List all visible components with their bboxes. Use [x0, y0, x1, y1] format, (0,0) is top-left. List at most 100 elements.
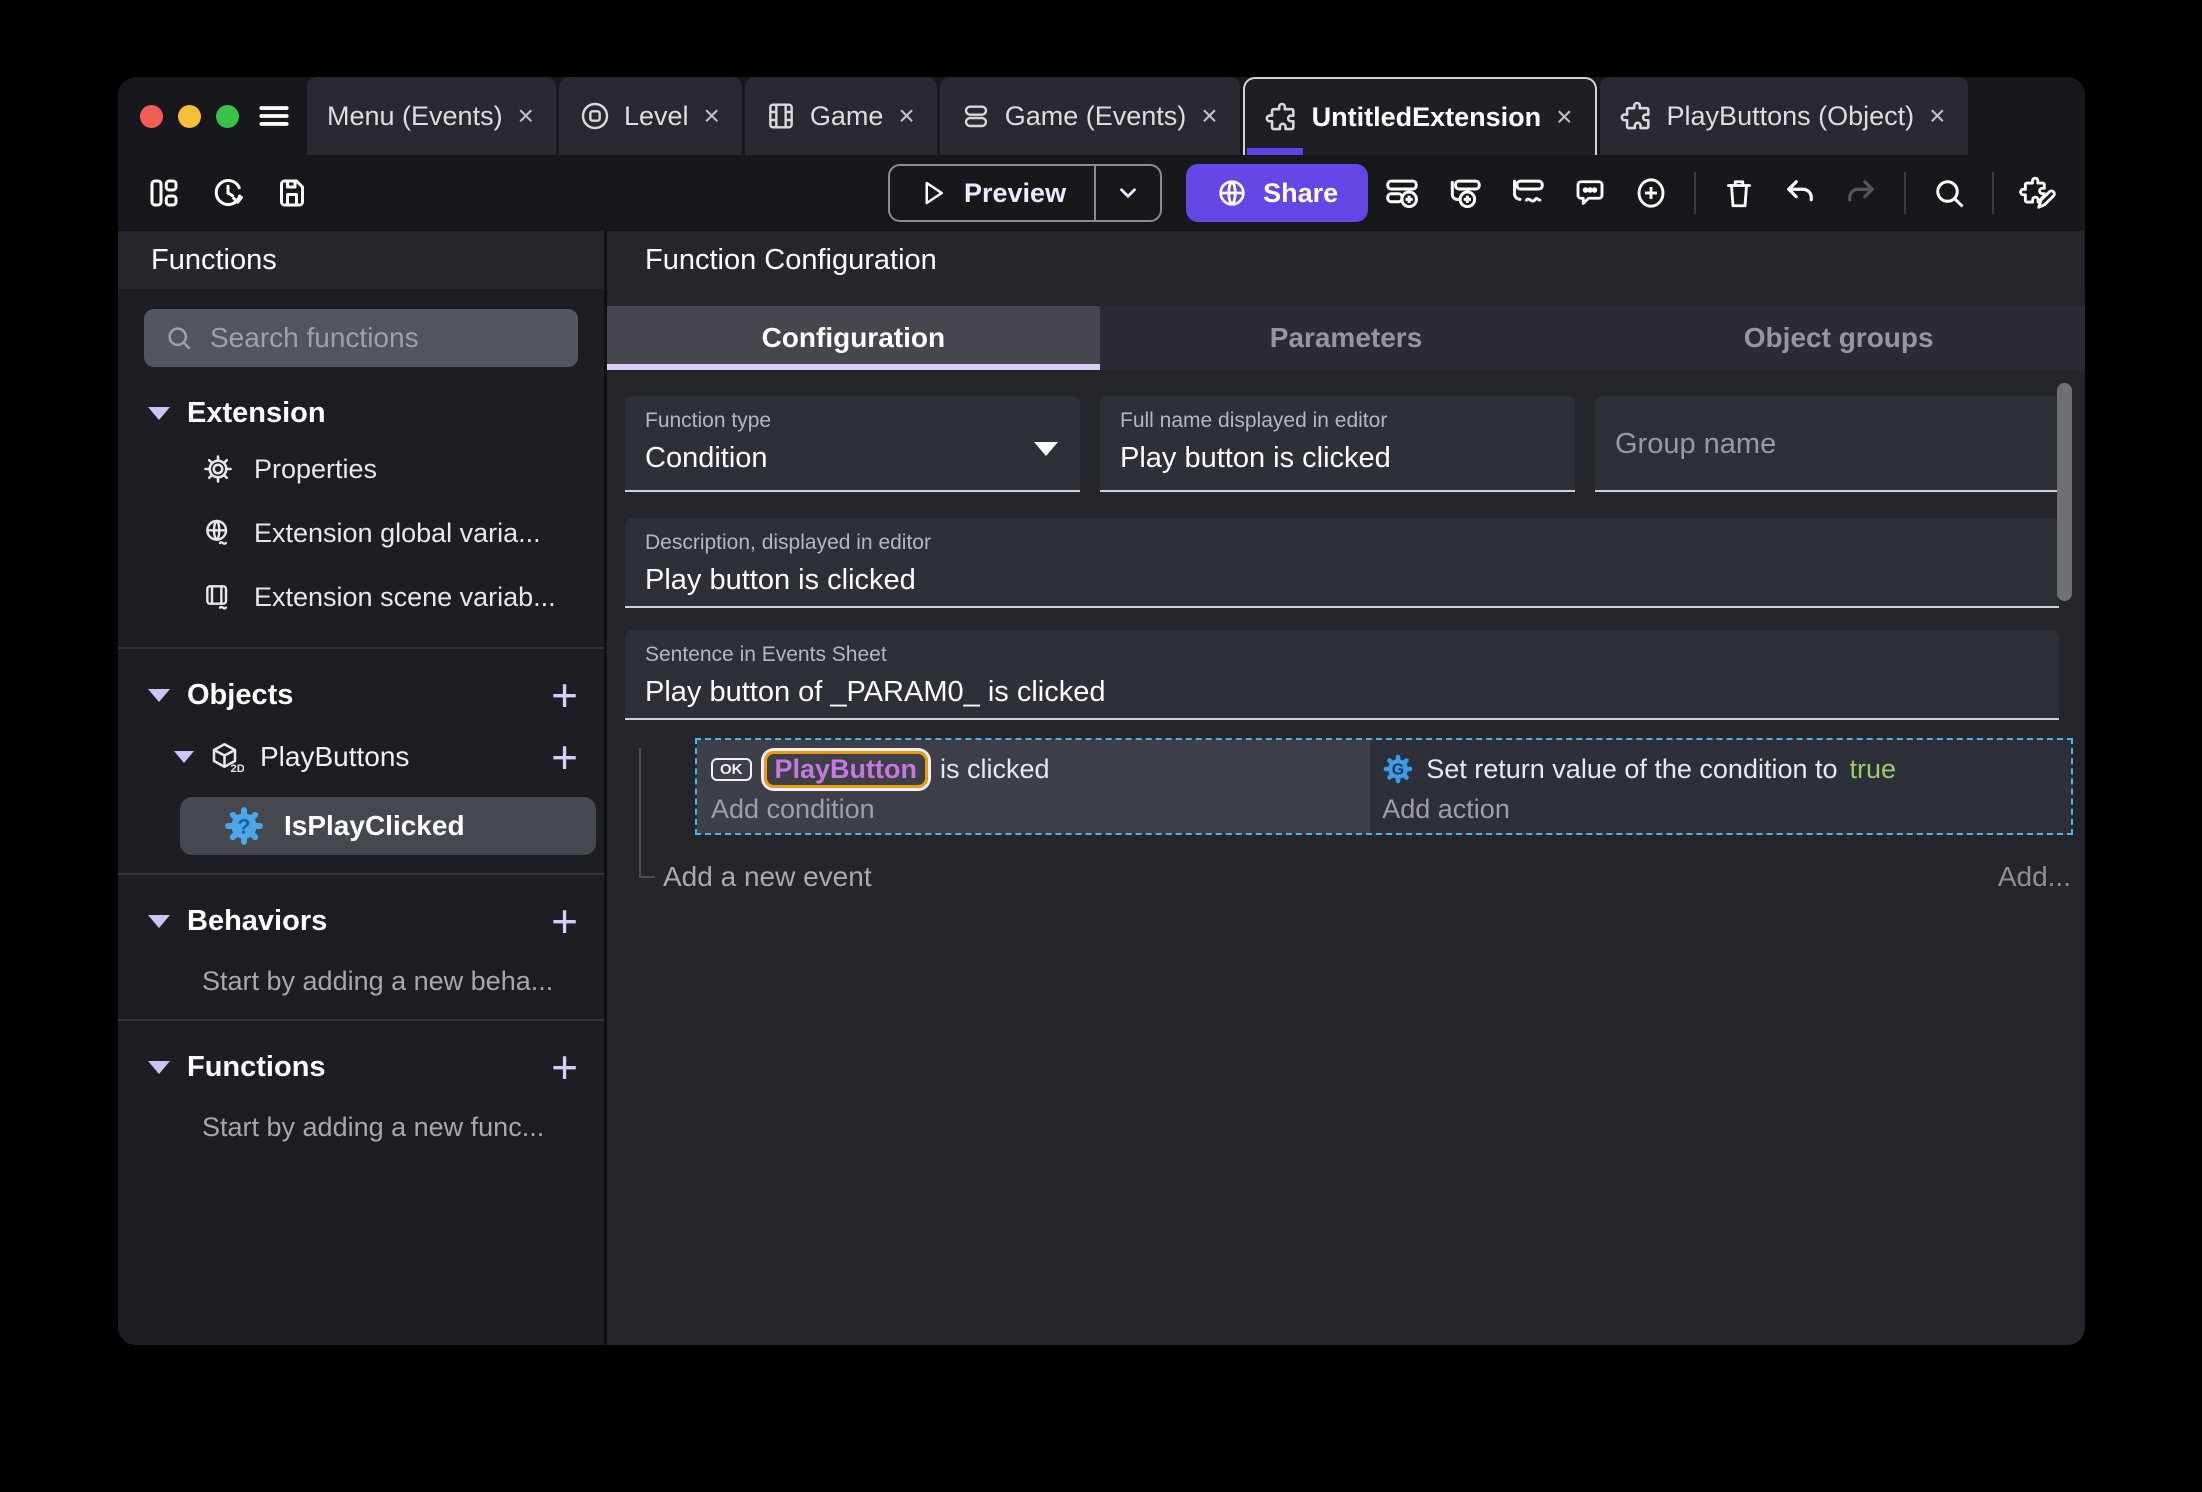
tab-menu-events[interactable]: Menu (Events) × [307, 77, 556, 155]
add-event-icon[interactable] [1383, 174, 1421, 212]
add-object-button[interactable]: + [551, 672, 578, 718]
tab-configuration[interactable]: Configuration [607, 306, 1100, 370]
collapse-triangle-icon[interactable] [148, 914, 170, 928]
puzzle-icon [1265, 100, 1299, 134]
function-type-select[interactable]: Function type Condition [625, 396, 1080, 492]
configuration-form: Function type Condition Full name displa… [607, 370, 2085, 720]
tab-untitled-extension[interactable]: UntitledExtension × [1242, 77, 1597, 155]
section-divider [118, 873, 604, 875]
section-objects[interactable]: Objects + [118, 671, 604, 719]
actions-column: G Set return value of the condition to t… [1370, 740, 2071, 833]
add-function-to-object-button[interactable]: + [551, 734, 578, 780]
collapse-triangle-icon[interactable] [148, 1060, 170, 1074]
editor-tabs: Menu (Events) × Level × Game × Game (Eve… [307, 77, 1971, 155]
chevron-down-icon [1120, 188, 1136, 198]
preview-button[interactable]: Preview [890, 166, 1094, 220]
save-icon[interactable] [274, 175, 310, 211]
full-name-input[interactable] [1120, 442, 1555, 475]
redo-icon[interactable] [1843, 175, 1879, 211]
add-condition-link[interactable]: Add condition [711, 794, 1370, 825]
close-icon[interactable]: × [896, 100, 916, 132]
section-behaviors[interactable]: Behaviors + [118, 897, 604, 945]
sentence-field[interactable]: Sentence in Events Sheet [625, 630, 2059, 720]
search-functions-box[interactable] [144, 309, 578, 367]
add-behavior-button[interactable]: + [551, 898, 578, 944]
collapse-triangle-icon[interactable] [174, 751, 194, 763]
toolbar-left-group [146, 175, 310, 211]
add-comment-icon[interactable] [1572, 175, 1608, 211]
window-tab-bar: Menu (Events) × Level × Game × Game (Eve… [118, 77, 2085, 155]
add-action-link[interactable]: Add action [1382, 794, 2071, 825]
tab-object-groups[interactable]: Object groups [1592, 306, 2085, 370]
add-subevent-icon[interactable] [1446, 174, 1484, 212]
delete-icon[interactable] [1721, 175, 1757, 211]
project-manager-icon[interactable] [146, 175, 182, 211]
close-icon[interactable]: × [516, 100, 536, 132]
event-selected[interactable]: OK PlayButton is clicked Add condition G… [695, 738, 2073, 835]
close-icon[interactable]: × [1554, 101, 1574, 133]
group-name-field[interactable] [1595, 396, 2059, 492]
search-icon [164, 323, 194, 353]
action-value: true [1849, 753, 1897, 784]
description-input[interactable] [645, 564, 2039, 597]
film-variable-icon [202, 581, 234, 613]
sidebar-item-properties[interactable]: Properties [118, 437, 604, 501]
event-tree-connector [639, 748, 655, 878]
add-new-event-link[interactable]: Add a new event [663, 861, 872, 893]
sidebar-item-isplayclicked[interactable]: ? IsPlayClicked [180, 797, 596, 855]
events-sheet: OK PlayButton is clicked Add condition G… [607, 738, 2085, 1345]
close-icon[interactable]: × [701, 100, 721, 132]
sentence-input[interactable] [645, 676, 2039, 709]
collapse-triangle-icon[interactable] [148, 406, 170, 420]
add-circle-icon[interactable] [1633, 175, 1669, 211]
vertical-scrollbar[interactable] [2057, 383, 2072, 601]
edit-extension-icon[interactable] [2019, 174, 2057, 212]
main-toolbar: Preview Share [118, 155, 2085, 231]
window-zoom-button[interactable] [216, 104, 239, 128]
full-name-field[interactable]: Full name displayed in editor [1100, 396, 1575, 492]
tab-parameters[interactable]: Parameters [1099, 306, 1593, 370]
window-minimize-button[interactable] [178, 104, 201, 128]
action-instruction[interactable]: G Set return value of the condition to t… [1382, 748, 2071, 790]
toolbar-divider [1694, 172, 1696, 214]
share-label: Share [1263, 177, 1339, 208]
description-field[interactable]: Description, displayed in editor [625, 518, 2059, 608]
preview-options-button[interactable] [1096, 166, 1160, 220]
play-icon [918, 178, 948, 208]
share-button[interactable]: Share [1186, 164, 1369, 222]
dropdown-caret-icon [1034, 442, 1058, 456]
close-icon[interactable]: × [1199, 100, 1219, 132]
add-more-link[interactable]: Add... [1998, 861, 2071, 893]
sidebar-item-extension-global-variables[interactable]: Extension global varia... [118, 501, 604, 565]
main-menu-icon[interactable] [255, 97, 293, 135]
undo-icon[interactable] [1782, 175, 1818, 211]
tab-game[interactable]: Game × [744, 77, 937, 155]
condition-instruction[interactable]: OK PlayButton is clicked [711, 748, 1370, 790]
object-reference[interactable]: PlayButton [763, 750, 929, 788]
tab-game-events[interactable]: Game (Events) × [939, 77, 1240, 155]
group-name-input[interactable] [1615, 428, 2039, 461]
toolbar-divider [1992, 172, 1994, 214]
close-icon[interactable]: × [1927, 100, 1947, 132]
panel-title: Function Configuration [607, 231, 2085, 289]
toolbar-right-group [1383, 172, 2057, 214]
version-history-icon[interactable] [210, 175, 246, 211]
window-close-button[interactable] [140, 104, 163, 128]
section-functions[interactable]: Functions + [118, 1043, 604, 1091]
add-function-button[interactable]: + [551, 1044, 578, 1090]
tab-playbuttons-object[interactable]: PlayButtons (Object) × [1599, 77, 1968, 155]
sidebar-item-extension-scene-variables[interactable]: Extension scene variab... [118, 565, 604, 629]
function-type-value: Condition [645, 442, 768, 474]
add-other-event-icon[interactable] [1509, 174, 1547, 212]
tab-level[interactable]: Level × [558, 77, 742, 155]
gdevelop-gear-icon: G [1382, 753, 1414, 785]
sidebar-item-label: Extension scene variab... [254, 581, 556, 612]
object-group-playbuttons[interactable]: 2D PlayButtons + [118, 727, 604, 787]
section-extension[interactable]: Extension [118, 389, 604, 437]
sidebar-item-label: Properties [254, 453, 378, 484]
search-icon[interactable] [1931, 175, 1967, 211]
gdevelop-window: Menu (Events) × Level × Game × Game (Eve… [118, 77, 2085, 1345]
collapse-triangle-icon[interactable] [148, 688, 170, 702]
svg-text:2D: 2D [231, 763, 245, 775]
search-input[interactable] [210, 322, 558, 354]
